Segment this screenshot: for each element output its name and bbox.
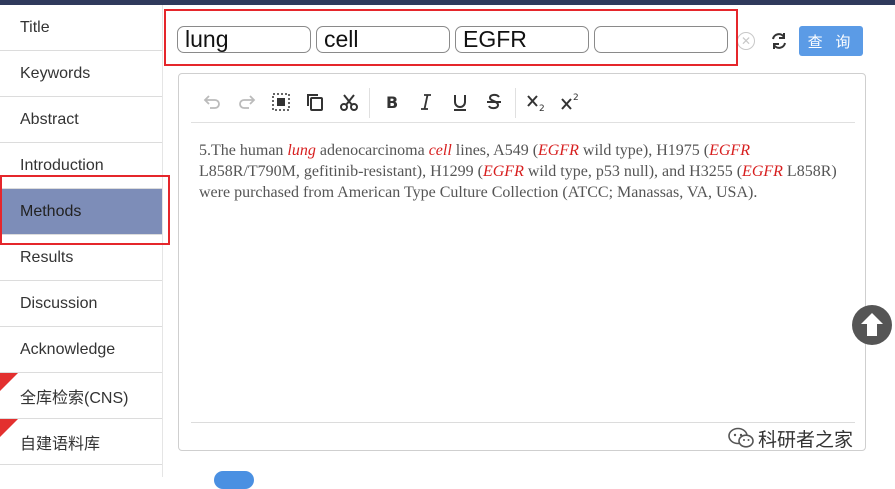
sidebar-item-custom-corpus[interactable]: 自建语料库 — [0, 419, 162, 465]
superscript-icon[interactable]: 2 — [560, 91, 582, 113]
sidebar-item-label: 自建语料库 — [20, 435, 101, 453]
watermark-text: 科研者之家 — [758, 428, 854, 451]
svg-text:2: 2 — [539, 104, 545, 113]
highlighted-keyword: EGFR — [538, 142, 579, 159]
sidebar-item-discussion[interactable]: Discussion — [0, 281, 162, 327]
query-button[interactable]: 查 询 — [799, 26, 863, 56]
rich-text-editor[interactable]: B 2 2 5.The human lung adenocarcinoma ce… — [178, 73, 866, 451]
underline-icon[interactable] — [449, 91, 471, 113]
cut-icon[interactable] — [338, 91, 360, 113]
clear-icon[interactable]: ✕ — [737, 32, 755, 50]
toolbar-divider — [515, 88, 516, 118]
strikethrough-icon[interactable] — [483, 91, 505, 113]
watermark: 科研者之家 — [727, 426, 854, 451]
highlighted-keyword: lung — [287, 142, 316, 159]
sidebar-item-cns-search[interactable]: 全库检索(CNS) — [0, 373, 162, 419]
editor-divider — [191, 422, 855, 423]
sidebar-item-title[interactable]: Title — [0, 5, 162, 51]
text-segment: adenocarcinoma — [315, 142, 429, 159]
sidebar-item-introduction[interactable]: Introduction — [0, 143, 162, 189]
text-segment: wild type), H1975 ( — [578, 142, 710, 159]
sidebar-item-methods[interactable]: Methods — [0, 189, 162, 235]
sidebar-item-label: Methods — [20, 202, 82, 220]
italic-icon[interactable] — [415, 91, 437, 113]
sidebar-item-label: Abstract — [20, 110, 79, 128]
sidebar-item-label: Acknowledge — [20, 340, 116, 358]
keyword-input-1[interactable] — [177, 26, 311, 53]
sidebar-item-keywords[interactable]: Keywords — [0, 51, 162, 97]
swap-icon[interactable] — [768, 30, 790, 52]
editor-toolbar: B 2 2 — [191, 86, 855, 123]
svg-text:2: 2 — [573, 93, 579, 103]
highlighted-keyword: EGFR — [742, 163, 783, 180]
sidebar-item-label: Introduction — [20, 156, 104, 174]
text-segment: wild type, p53 null), and H3255 ( — [523, 163, 743, 180]
sidebar-item-abstract[interactable]: Abstract — [0, 97, 162, 143]
copy-icon[interactable] — [304, 91, 326, 113]
sidebar-item-acknowledge[interactable]: Acknowledge — [0, 327, 162, 373]
sidebar-item-label: 全库检索(CNS) — [20, 389, 129, 407]
new-ribbon-icon — [0, 373, 18, 391]
keyword-input-3[interactable] — [455, 26, 589, 53]
highlighted-keyword: cell — [428, 142, 452, 159]
toggle-switch[interactable] — [214, 471, 254, 489]
keyword-input-4[interactable] — [594, 26, 728, 53]
undo-icon[interactable] — [201, 91, 223, 113]
toolbar-divider — [369, 88, 370, 118]
sidebar-divider — [162, 5, 163, 477]
highlighted-keyword: EGFR — [709, 142, 750, 159]
svg-text:B: B — [386, 93, 398, 112]
paragraph-index: 5. — [199, 142, 211, 159]
keyword-input-2[interactable] — [316, 26, 450, 53]
sidebar-item-label: Discussion — [20, 294, 98, 312]
select-all-icon[interactable] — [270, 91, 292, 113]
wechat-icon — [728, 427, 754, 448]
sidebar-item-label: Keywords — [20, 64, 91, 82]
text-segment: lines, A549 ( — [451, 142, 539, 159]
redo-icon[interactable] — [236, 91, 258, 113]
sidebar-item-label: Title — [20, 18, 50, 36]
editor-content[interactable]: 5.The human lung adenocarcinoma cell lin… — [199, 140, 839, 203]
subscript-icon[interactable]: 2 — [526, 91, 548, 113]
sidebar-item-results[interactable]: Results — [0, 235, 162, 281]
back-to-top-icon[interactable] — [851, 304, 893, 346]
new-ribbon-icon — [0, 419, 18, 437]
sidebar-item-label: Results — [20, 248, 74, 266]
sidebar: Title Keywords Abstract Introduction Met… — [0, 5, 162, 477]
text-segment: The human — [211, 142, 288, 159]
highlighted-keyword: EGFR — [482, 163, 524, 180]
text-segment: L858R/T790M, gefitinib-resistant), H1299… — [199, 163, 483, 180]
bold-icon[interactable]: B — [381, 91, 403, 113]
